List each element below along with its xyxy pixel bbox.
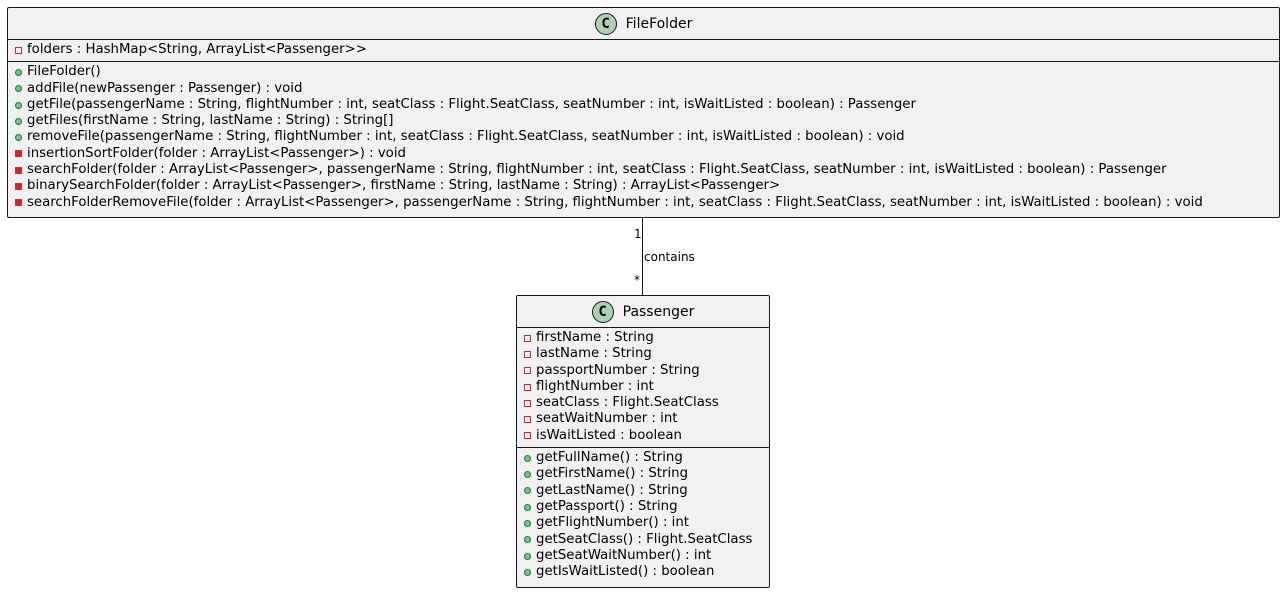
multiplicity-source: 1 <box>634 227 642 241</box>
public-visibility-icon <box>15 134 22 142</box>
public-visibility-icon <box>524 454 531 462</box>
public-visibility-icon <box>524 519 531 527</box>
field-text: passportNumber : String <box>536 362 700 378</box>
public-visibility-icon <box>524 471 531 479</box>
method-row: FileFolder() <box>8 64 1279 80</box>
private-visibility-icon <box>15 150 22 158</box>
public-visibility-icon <box>15 101 22 109</box>
method-text: searchFolder(folder : ArrayList<Passenge… <box>27 162 1167 178</box>
private-visibility-icon <box>524 367 531 375</box>
field-row: lastName : String <box>517 346 769 362</box>
method-row: insertionSortFolder(folder : ArrayList<P… <box>8 146 1279 162</box>
method-text: searchFolderRemoveFile(folder : ArrayLis… <box>27 194 1203 210</box>
field-text: folders : HashMap<String, ArrayList<Pass… <box>27 42 367 57</box>
method-text: getSeatWaitNumber() : int <box>536 547 712 563</box>
method-text: addFile(newPassenger : Passenger) : void <box>27 80 303 96</box>
method-text: binarySearchFolder(folder : ArrayList<Pa… <box>27 178 781 194</box>
field-row: seatWaitNumber : int <box>517 411 769 427</box>
method-row: getFiles(firstName : String, lastName : … <box>8 113 1279 129</box>
method-text: getFile(passengerName : String, flightNu… <box>27 96 916 112</box>
methods-section: getFullName() : String getFirstName() : S… <box>517 448 769 583</box>
private-visibility-icon <box>15 46 22 54</box>
method-text: removeFile(passengerName : String, fligh… <box>27 129 905 145</box>
method-row: getFlightNumber() : int <box>517 515 769 531</box>
class-stereotype-icon: C <box>594 12 617 35</box>
class-header: C FileFolder <box>8 8 1279 39</box>
field-text: firstName : String <box>536 330 654 345</box>
private-visibility-icon <box>524 399 531 407</box>
class-header: C Passenger <box>517 296 769 327</box>
public-visibility-icon <box>524 487 531 495</box>
public-visibility-icon <box>524 552 531 560</box>
field-row: firstName : String <box>517 330 769 346</box>
method-text: insertionSortFolder(folder : ArrayList<P… <box>27 145 406 161</box>
private-visibility-icon <box>524 383 531 391</box>
method-row: getFirstName() : String <box>517 466 769 482</box>
method-text: getLastName() : String <box>536 482 688 498</box>
field-text: seatWaitNumber : int <box>536 411 678 427</box>
method-row: addFile(newPassenger : Passenger) : void <box>8 81 1279 97</box>
fields-section: folders : HashMap<String, ArrayList<Pass… <box>8 40 1279 61</box>
fields-section: firstName : String lastName : String passp… <box>517 328 769 447</box>
method-row: searchFolder(folder : ArrayList<Passenge… <box>8 162 1279 178</box>
public-visibility-icon <box>524 568 531 576</box>
private-visibility-icon <box>524 432 531 440</box>
public-visibility-icon <box>15 85 22 93</box>
method-row: getFile(passengerName : String, flightNu… <box>8 97 1279 113</box>
private-visibility-icon <box>15 166 22 174</box>
method-row: getSeatWaitNumber() : int <box>517 548 769 564</box>
private-visibility-icon <box>524 416 531 424</box>
association-line[interactable] <box>642 218 643 295</box>
method-text: getFullName() : String <box>536 450 683 466</box>
method-row: getIsWaitListed() : boolean <box>517 564 769 580</box>
method-row: getPassport() : String <box>517 499 769 515</box>
field-text: isWaitListed : boolean <box>536 427 682 443</box>
public-visibility-icon <box>15 117 22 125</box>
field-row: flightNumber : int <box>517 379 769 395</box>
field-row: isWaitListed : boolean <box>517 428 769 444</box>
private-visibility-icon <box>15 183 22 191</box>
class-name: FileFolder <box>625 15 693 32</box>
field-text: lastName : String <box>536 346 652 362</box>
public-visibility-icon <box>15 68 22 76</box>
method-row: getLastName() : String <box>517 483 769 499</box>
field-row: passportNumber : String <box>517 363 769 379</box>
field-text: seatClass : Flight.SeatClass <box>536 395 719 411</box>
association-label: contains <box>644 250 695 264</box>
method-text: getIsWaitListed() : boolean <box>536 564 715 580</box>
method-text: getFiles(firstName : String, lastName : … <box>27 113 394 129</box>
class-name: Passenger <box>622 303 695 320</box>
method-text: getPassport() : String <box>536 498 678 514</box>
method-text: getFlightNumber() : int <box>536 515 690 531</box>
class-passenger[interactable]: C Passenger firstName : String lastName :… <box>516 295 770 588</box>
method-row: searchFolderRemoveFile(folder : ArrayLis… <box>8 195 1279 211</box>
private-visibility-icon <box>524 350 531 358</box>
method-row: removeFile(passengerName : String, fligh… <box>8 129 1279 145</box>
public-visibility-icon <box>524 503 531 511</box>
class-filefolder[interactable]: C FileFolder folders : HashMap<String, A… <box>7 7 1280 218</box>
methods-section: FileFolder() addFile(newPassenger : Passe… <box>8 62 1279 214</box>
field-row: seatClass : Flight.SeatClass <box>517 395 769 411</box>
method-text: FileFolder() <box>27 64 101 80</box>
method-row: getSeatClass() : Flight.SeatClass <box>517 532 769 548</box>
private-visibility-icon <box>524 334 531 342</box>
multiplicity-target: * <box>634 273 640 287</box>
field-text: flightNumber : int <box>536 378 654 394</box>
public-visibility-icon <box>524 536 531 544</box>
class-stereotype-icon: C <box>591 300 614 323</box>
method-text: getFirstName() : String <box>536 466 689 482</box>
method-row: getFullName() : String <box>517 450 769 466</box>
private-visibility-icon <box>15 199 22 207</box>
method-row: binarySearchFolder(folder : ArrayList<Pa… <box>8 178 1279 194</box>
field-row: folders : HashMap<String, ArrayList<Pass… <box>8 42 1279 58</box>
method-text: getSeatClass() : Flight.SeatClass <box>536 531 753 547</box>
